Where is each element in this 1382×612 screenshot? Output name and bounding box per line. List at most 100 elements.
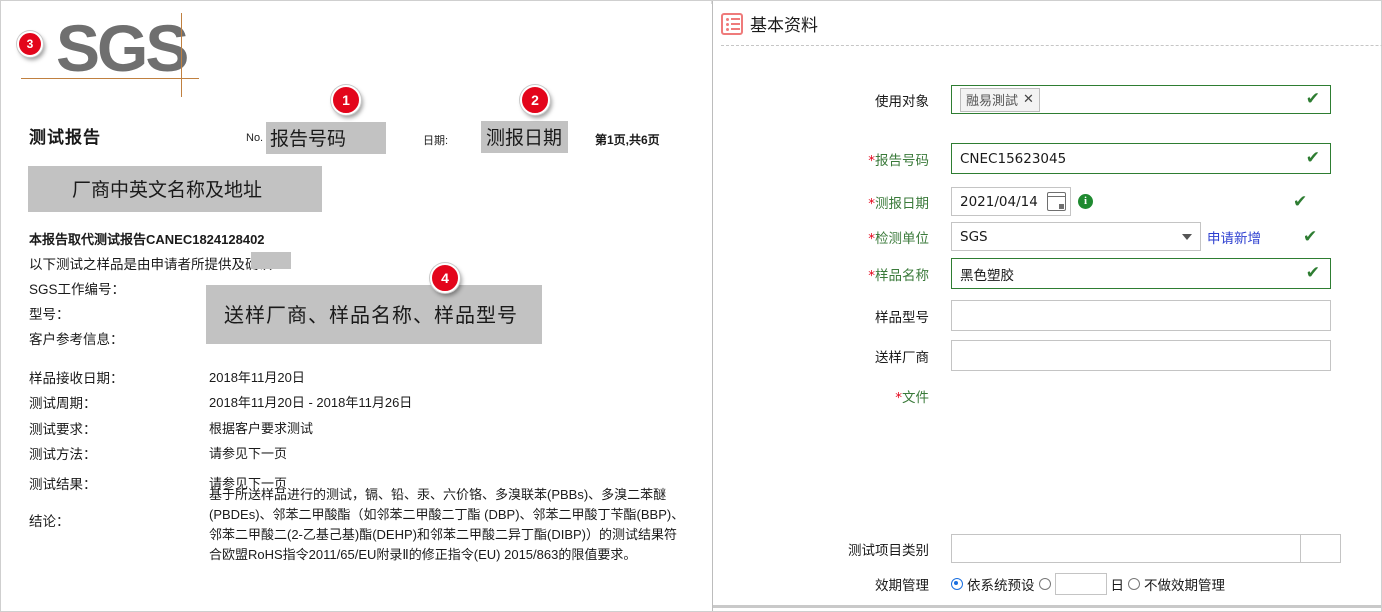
- report-no-label: *报告号码: [833, 149, 929, 169]
- usage-target-label: 使用对象: [875, 93, 929, 110]
- row-report-no: *报告号码 CNEC15623045 ✔: [833, 143, 1331, 174]
- test-unit-label: *检测单位: [833, 227, 929, 247]
- test-unit-value: SGS: [960, 228, 988, 245]
- replaces-report-line: 本报告取代测试报告CANEC1824128402: [29, 232, 265, 247]
- usage-target-chip-remove-icon[interactable]: ✕: [1023, 92, 1034, 107]
- test-category-input[interactable]: [951, 534, 1301, 563]
- doc-badge-1: 1: [331, 85, 361, 115]
- sample-model-input[interactable]: [951, 300, 1331, 331]
- company-name-address-redacted: 厂商中英文名称及地址: [28, 166, 323, 212]
- doc-field-value-5: 根据客户要求测试: [209, 421, 314, 436]
- report-title: 测试报告: [29, 128, 101, 147]
- sgs-logo-hline: [21, 78, 199, 79]
- doc-field-label-2: 客户参考信息：: [29, 332, 124, 347]
- doc-field-value-3: 2018年11月20日: [209, 370, 305, 385]
- doc-field-value-4: 2018年11月20日 - 2018年11月26日: [209, 395, 413, 410]
- provided-by-applicant-line: 以下测试之样品是由申请者所提供及确认 :: [29, 257, 280, 272]
- sample-name-label: *样品名称: [833, 264, 929, 284]
- sgs-logo: SGS: [21, 13, 206, 97]
- usage-target-chip[interactable]: 融易測試 ✕: [960, 87, 1040, 112]
- doc-field-label-7: 测试结果：: [29, 477, 97, 492]
- screenshot-root: 3 SGS 1 2 4 测试报告 No. 报告号码 日期: 测报日期 第1页,共…: [0, 0, 1382, 612]
- list-icon: [721, 12, 743, 35]
- basic-info-form-panel: 基本资料 使用对象 融易測試 ✕ ✔ 使用对象设定后不可取消 1 *报告号码 C…: [713, 1, 1382, 611]
- row-file: *文件: [861, 386, 929, 406]
- sample-name-label-text: 样品名称: [875, 267, 929, 284]
- row-sample-model: 样品型号: [833, 300, 1331, 331]
- report-date-label: *测报日期: [833, 192, 929, 212]
- sample-supplier-label: 送样厂商: [875, 349, 929, 366]
- scanned-report-preview: 3 SGS 1 2 4 测试报告 No. 报告号码 日期: 测报日期 第1页,共…: [1, 1, 711, 611]
- sgs-logo-text: SGS: [56, 11, 189, 85]
- sample-info-redacted: 送样厂商、样品名称、样品型号: [206, 285, 542, 344]
- required-star: *: [895, 390, 902, 406]
- report-date-value: 2021/04/14: [960, 193, 1038, 210]
- page-count: 第1页,共6页: [595, 133, 660, 147]
- validity-radio-days[interactable]: [1038, 578, 1051, 590]
- validity-radio-none[interactable]: [1128, 578, 1140, 590]
- required-star: *: [868, 152, 875, 169]
- validity-label: 效期管理: [875, 578, 929, 594]
- validity-option-none-label: 不做效期管理: [1144, 578, 1225, 594]
- test-category-picker-button[interactable]: [1301, 534, 1341, 563]
- validity-option-default-label: 依系统预设: [967, 578, 1035, 594]
- sample-name-valid-icon: ✔: [1305, 263, 1320, 283]
- validity-days-input[interactable]: [1054, 573, 1107, 595]
- test-unit-valid-icon: ✔: [1303, 227, 1318, 246]
- info-icon[interactable]: i: [1078, 194, 1093, 209]
- report-date-valid-icon: ✔: [1293, 192, 1308, 211]
- doc-field-label-1: 型号：: [29, 307, 70, 322]
- row-test-category: 测试项目类别: [811, 534, 1341, 563]
- sample-model-label: 样品型号: [875, 309, 929, 326]
- doc-badge-4: 4: [430, 263, 460, 293]
- panel-header: 基本资料: [721, 11, 818, 36]
- bottom-strip: [713, 605, 1381, 608]
- report-no-label: No.: [246, 132, 264, 144]
- report-no-redacted-value: 报告号码: [266, 122, 387, 154]
- usage-target-chip-label: 融易測試: [966, 93, 1019, 109]
- file-label: *文件: [861, 386, 929, 406]
- doc-badge-3: 3: [17, 31, 43, 57]
- chevron-down-icon[interactable]: [1182, 233, 1192, 240]
- test-unit-select[interactable]: SGS: [951, 222, 1201, 251]
- sample-name-input[interactable]: 黑色塑胶 ✔: [951, 258, 1331, 289]
- file-label-text: 文件: [902, 390, 929, 406]
- sample-name-value: 黑色塑胶: [960, 267, 1014, 284]
- report-date-input[interactable]: 2021/04/14: [951, 187, 1071, 216]
- validity-radio-default[interactable]: [951, 578, 963, 590]
- row-validity: 效期管理 依系统预设 日 不做效期管理: [811, 573, 1225, 595]
- required-star: *: [868, 230, 875, 247]
- report-date-redacted-value: 测报日期: [481, 121, 569, 153]
- doc-field-label-3: 样品接收日期：: [29, 371, 124, 386]
- provided-by-redaction: [251, 252, 291, 269]
- validity-days-unit: 日: [1110, 578, 1125, 594]
- sample-supplier-input[interactable]: [951, 340, 1331, 371]
- calendar-icon[interactable]: [1047, 192, 1066, 211]
- report-no-label-text: 报告号码: [875, 152, 929, 169]
- doc-badge-2: 2: [520, 85, 550, 115]
- report-date-label: 日期:: [423, 135, 449, 147]
- row-sample-name: *样品名称 黑色塑胶 ✔: [833, 258, 1331, 289]
- report-no-valid-icon: ✔: [1305, 148, 1320, 168]
- header-dashed-divider: [721, 45, 1382, 46]
- test-unit-label-text: 检测单位: [875, 230, 929, 247]
- row-test-unit: *检测单位 SGS 申请新增 ✔: [833, 222, 1317, 251]
- usage-target-input[interactable]: 融易測試 ✕ ✔: [951, 85, 1331, 114]
- doc-field-label-4: 测试周期：: [29, 396, 97, 411]
- row-usage-target: 使用对象 融易測試 ✕ ✔: [833, 85, 1331, 114]
- doc-field-label-5: 测试要求：: [29, 422, 97, 437]
- test-category-label: 测试项目类别: [848, 542, 929, 559]
- doc-field-label-0: SGS工作编号：: [29, 282, 126, 297]
- report-no-input[interactable]: CNEC15623045 ✔: [951, 143, 1331, 174]
- row-sample-supplier: 送样厂商: [833, 340, 1331, 371]
- required-star: *: [868, 267, 875, 284]
- report-no-value: CNEC15623045: [960, 150, 1067, 167]
- test-unit-add-link[interactable]: 申请新增: [1207, 227, 1261, 247]
- doc-field-value-6: 请参见下一页: [209, 446, 288, 461]
- panel-title: 基本资料: [750, 16, 818, 36]
- report-date-label-text: 测报日期: [875, 195, 929, 212]
- conclusion-text: 基于所送样品进行的测试，镉、铅、汞、六价铬、多溴联苯(PBBs)、多溴二苯醚(P…: [209, 487, 685, 562]
- sgs-logo-vline: [181, 13, 182, 97]
- required-star: *: [868, 195, 875, 212]
- row-report-date: *测报日期 2021/04/14 i ✔: [833, 187, 1307, 216]
